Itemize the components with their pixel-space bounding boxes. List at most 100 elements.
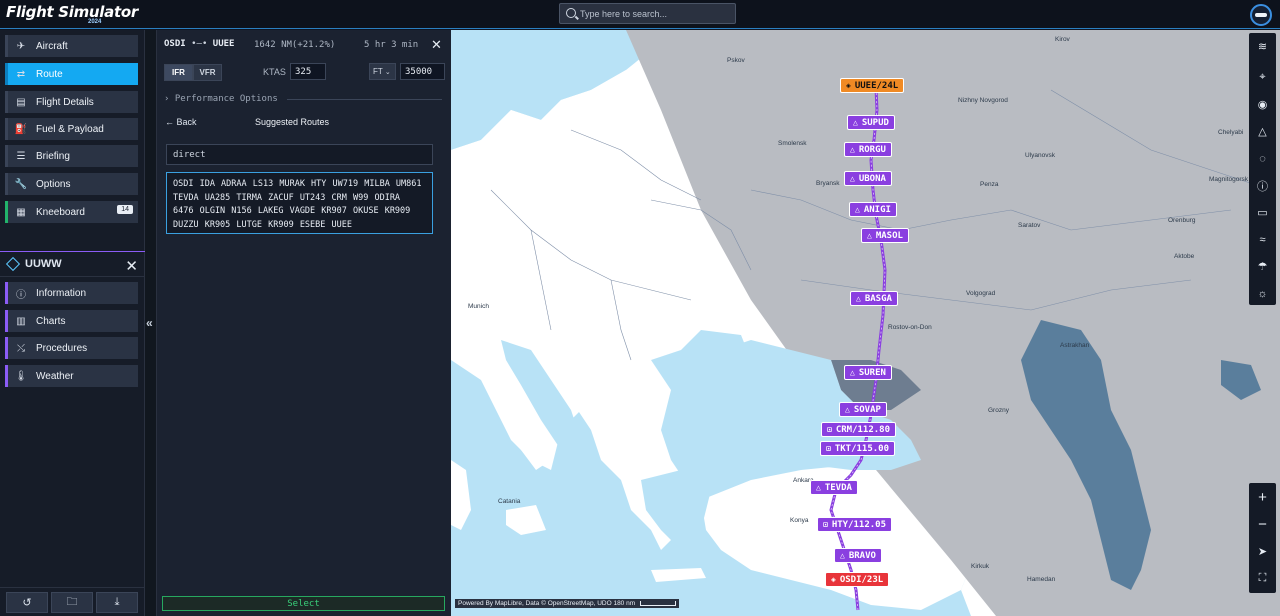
sidebar-item-kneeboard[interactable]: ▦ Kneeboard 14 (5, 201, 138, 223)
ifr-button[interactable]: IFR (164, 64, 193, 81)
sidebar-item-briefing[interactable]: ☰ Briefing (5, 145, 138, 167)
waypoint-vor[interactable]: ⊡ HTY/112.05 (817, 517, 893, 532)
city-label: Konya (790, 517, 809, 524)
waypoint-fix[interactable]: △ SOVAP (839, 402, 887, 417)
waypoint-fix[interactable]: △ BASGA (850, 291, 898, 306)
waypoint-label: UBONA (858, 173, 886, 184)
search-box[interactable] (559, 3, 736, 24)
route-option-airways[interactable]: OSDI IDA ADRAA LS13 MURAK HTY UW719 MILB… (166, 172, 433, 234)
waypoint-fix[interactable]: △ SUPUD (847, 115, 895, 130)
sidebar-item-label: Route (36, 68, 63, 80)
scale-label: 180 nm (613, 600, 636, 607)
airplane-icon: ✈ (16, 40, 26, 52)
folder-icon: 🗀 (66, 596, 78, 608)
waypoint-fix[interactable]: △ RORGU (844, 142, 892, 157)
wrench-icon: 🔧 (14, 178, 28, 190)
route-option-direct[interactable]: direct (166, 144, 433, 165)
sidebar-item-procedures[interactable]: ⤯ Procedures (5, 337, 138, 359)
center-aircraft-icon[interactable]: ⌖ (1252, 67, 1273, 88)
flight-rules-toggle: IFR VFR (164, 64, 222, 81)
waypoint-origin[interactable]: ◈ OSDI/23L (825, 572, 890, 587)
map-view[interactable]: Pskov Kirov Smolensk Nizhny Novgorod Bry… (451, 30, 1280, 616)
triangle-icon: △ (845, 405, 850, 414)
city-label: Smolensk (778, 140, 807, 147)
waypoint-fix[interactable]: △ ANIGI (849, 202, 897, 217)
open-folder-button[interactable]: 🗀 (51, 592, 93, 613)
city-label: Ulyanovsk (1025, 152, 1055, 159)
city-label: Chelyabi (1218, 129, 1244, 136)
city-label: Astrakhan (1060, 342, 1090, 349)
waypoint-fix[interactable]: △ UBONA (844, 171, 892, 186)
land-crete (651, 568, 706, 582)
fullscreen-icon[interactable]: ⛶ (1252, 568, 1273, 589)
airport-filter-icon[interactable]: ◉ (1252, 94, 1273, 115)
waypoint-fix[interactable]: △ BRAVO (834, 548, 882, 563)
city-label: Bryansk (816, 180, 840, 187)
vor-icon: ⊡ (827, 425, 832, 434)
wind-icon[interactable]: ≈ (1252, 229, 1273, 250)
performance-options-label: Performance Options (174, 94, 278, 104)
close-airport-icon[interactable]: ✕ (125, 257, 138, 275)
navigate-icon[interactable]: ➤ (1252, 541, 1273, 562)
select-route-button[interactable]: Select (162, 596, 445, 611)
waypoint-label: SUREN (858, 367, 886, 378)
zoom-toolbar: + − ➤ ⛶ (1249, 483, 1276, 593)
close-panel-icon[interactable]: ✕ (431, 37, 442, 53)
triangle-icon: △ (850, 174, 855, 183)
airport-diamond-icon: ◈ (846, 81, 851, 90)
sidebar-item-fuel-payload[interactable]: ⛽ Fuel & Payload (5, 118, 138, 140)
route-icon: ⇄ (16, 68, 26, 80)
sidebar-item-label: Weather (36, 370, 74, 382)
procedure-icon: ⤯ (17, 342, 25, 354)
sidebar-item-flight-details[interactable]: ▤ Flight Details (5, 91, 138, 113)
attribution-text: Powered By MapLibre, Data © OpenStreetMa… (458, 600, 612, 607)
waypoint-vor[interactable]: ⊡ TKT/115.00 (820, 441, 896, 456)
altitude-input[interactable] (400, 63, 445, 80)
document-icon: ▤ (16, 96, 26, 108)
route-duration: 5 hr 3 min (364, 40, 419, 50)
triangle-icon: △ (867, 231, 872, 240)
city-label: Kirov (1055, 36, 1070, 43)
ktas-input[interactable] (290, 63, 326, 80)
waypoint-fix[interactable]: △ TEVDA (810, 480, 858, 495)
sidebar-item-route[interactable]: ⇄ Route (5, 63, 138, 85)
sidebar-item-label: Fuel & Payload (36, 123, 104, 135)
triangle-filter-icon[interactable]: △ (1252, 121, 1273, 142)
waypoint-label: RORGU (858, 144, 886, 155)
sun-icon[interactable]: ☼ (1252, 283, 1273, 304)
zoom-out-icon[interactable]: − (1252, 514, 1273, 535)
waypoint-label: OSDI/23L (839, 574, 884, 585)
profile-avatar-icon[interactable] (1250, 4, 1272, 26)
performance-options-toggle[interactable]: › Performance Options (164, 94, 278, 104)
sidebar-item-charts[interactable]: ▥ Charts (5, 310, 138, 332)
airport-code: UUWW (25, 258, 62, 270)
zoom-in-icon[interactable]: + (1252, 487, 1273, 508)
search-input[interactable] (580, 6, 730, 21)
waypoint-fix[interactable]: △ MASOL (861, 228, 909, 243)
waypoint-label: TEVDA (824, 482, 852, 493)
vfr-button[interactable]: VFR (193, 64, 222, 81)
city-label: Nizhny Novgorod (958, 97, 1008, 104)
sidebar-item-weather[interactable]: 🌡 Weather (5, 365, 138, 387)
waypoint-destination[interactable]: ◈ UUEE/24L (840, 78, 905, 93)
ruler-icon[interactable]: ▭ (1252, 202, 1273, 223)
reset-button[interactable]: ↺ (6, 592, 48, 613)
route-panel: OSDI •—• UUEE 1642 NM(+21.2%) 5 hr 3 min… (157, 30, 451, 616)
sidebar-footer: ↺ 🗀 ⤓ (0, 587, 145, 616)
info-filter-icon[interactable]: ⓘ (1252, 175, 1273, 196)
weather-icon[interactable]: ☂ (1252, 256, 1273, 277)
sidebar-item-information[interactable]: ⓘ Information (5, 282, 138, 304)
waypoint-label: SOVAP (853, 404, 881, 415)
sidebar-item-aircraft[interactable]: ✈ Aircraft (5, 35, 138, 57)
download-button[interactable]: ⤓ (96, 592, 138, 613)
circle-filter-icon[interactable]: ◌ (1252, 148, 1273, 169)
altitude-unit-select[interactable]: FT ⌄ (369, 63, 396, 80)
sidebar-item-label: Aircraft (36, 40, 68, 52)
sidebar-item-options[interactable]: 🔧 Options (5, 173, 138, 195)
layers-icon[interactable]: ≋ (1252, 36, 1273, 57)
waypoint-fix[interactable]: △ SUREN (844, 365, 892, 380)
waypoint-vor[interactable]: ⊡ CRM/112.80 (821, 422, 897, 437)
back-button[interactable]: ← Back (165, 117, 197, 127)
reset-icon: ↺ (22, 597, 32, 609)
collapse-panel-handle[interactable]: « (145, 30, 157, 616)
